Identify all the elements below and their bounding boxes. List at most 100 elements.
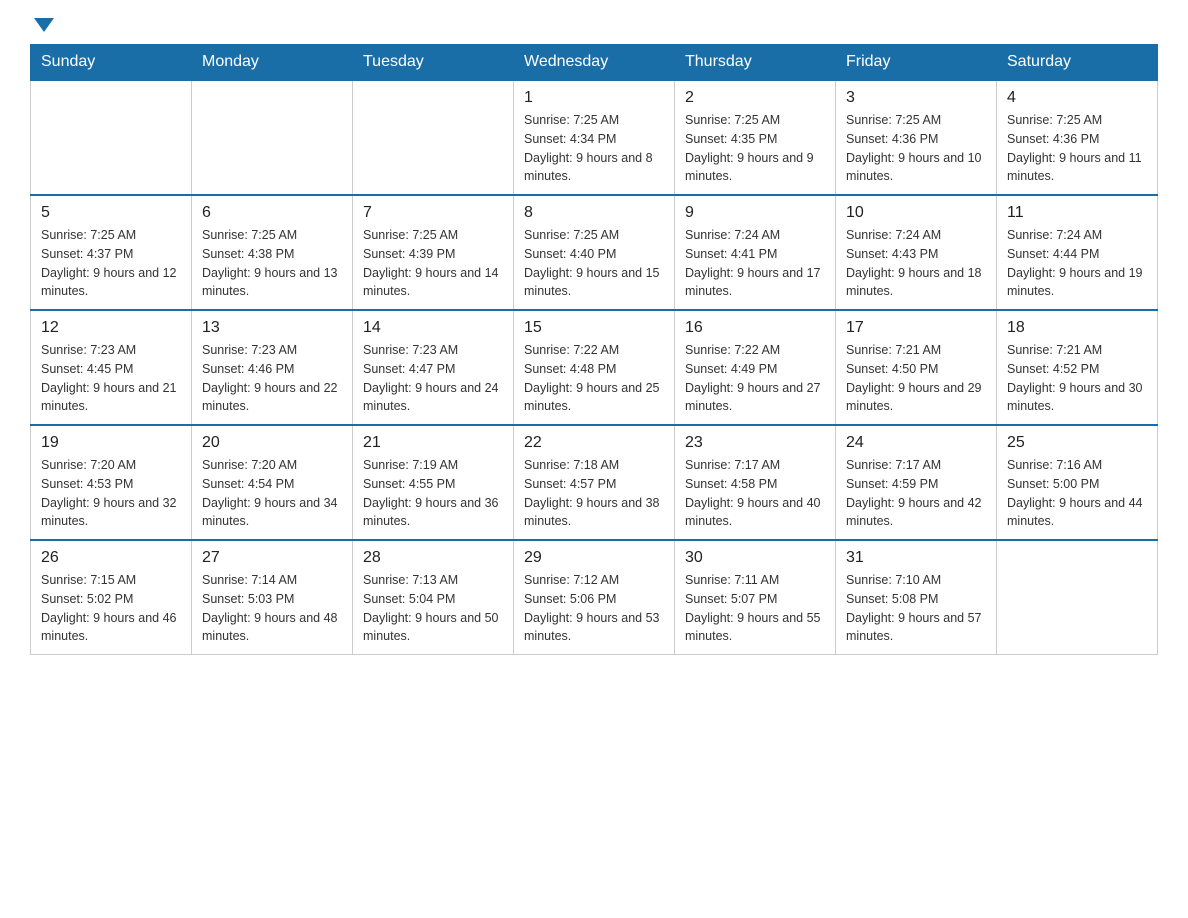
day-info: Sunrise: 7:17 AM Sunset: 4:59 PM Dayligh… (846, 456, 986, 531)
day-info: Sunrise: 7:23 AM Sunset: 4:45 PM Dayligh… (41, 341, 181, 416)
day-header-thursday: Thursday (675, 45, 836, 81)
day-cell-12: 12 Sunrise: 7:23 AM Sunset: 4:45 PM Dayli… (31, 310, 192, 425)
day-cell-25: 25 Sunrise: 7:16 AM Sunset: 5:00 PM Dayli… (997, 425, 1158, 540)
day-cell-6: 6 Sunrise: 7:25 AM Sunset: 4:38 PM Daylig… (192, 195, 353, 310)
day-cell-11: 11 Sunrise: 7:24 AM Sunset: 4:44 PM Dayli… (997, 195, 1158, 310)
day-info: Sunrise: 7:22 AM Sunset: 4:49 PM Dayligh… (685, 341, 825, 416)
day-info: Sunrise: 7:23 AM Sunset: 4:47 PM Dayligh… (363, 341, 503, 416)
day-number: 23 (685, 434, 825, 452)
day-cell-16: 16Sunrise: 7:22 AM Sunset: 4:49 PM Dayli… (675, 310, 836, 425)
day-number: 27 (202, 549, 342, 567)
week-row-3: 12 Sunrise: 7:23 AM Sunset: 4:45 PM Dayli… (31, 310, 1158, 425)
day-cell-23: 23 Sunrise: 7:17 AM Sunset: 4:58 PM Dayli… (675, 425, 836, 540)
week-row-4: 19 Sunrise: 7:20 AM Sunset: 4:53 PM Dayli… (31, 425, 1158, 540)
day-number: 9 (685, 204, 825, 222)
day-info: Sunrise: 7:23 AM Sunset: 4:46 PM Dayligh… (202, 341, 342, 416)
day-number: 7 (363, 204, 503, 222)
day-info: Sunrise: 7:19 AM Sunset: 4:55 PM Dayligh… (363, 456, 503, 531)
day-info: Sunrise: 7:25 AM Sunset: 4:34 PM Dayligh… (524, 111, 664, 186)
day-header-tuesday: Tuesday (353, 45, 514, 81)
day-cell-4: 4Sunrise: 7:25 AM Sunset: 4:36 PM Daylig… (997, 80, 1158, 195)
day-cell-30: 30 Sunrise: 7:11 AM Sunset: 5:07 PM Dayli… (675, 540, 836, 655)
day-number: 17 (846, 319, 986, 337)
page-header (30, 20, 1158, 34)
week-row-5: 26 Sunrise: 7:15 AM Sunset: 5:02 PM Dayli… (31, 540, 1158, 655)
day-info: Sunrise: 7:15 AM Sunset: 5:02 PM Dayligh… (41, 571, 181, 646)
day-cell-15: 15 Sunrise: 7:22 AM Sunset: 4:48 PM Dayli… (514, 310, 675, 425)
day-number: 1 (524, 89, 664, 107)
day-number: 20 (202, 434, 342, 452)
day-number: 3 (846, 89, 986, 107)
logo (30, 20, 54, 34)
day-number: 19 (41, 434, 181, 452)
day-info: Sunrise: 7:21 AM Sunset: 4:52 PM Dayligh… (1007, 341, 1147, 416)
day-info: Sunrise: 7:10 AM Sunset: 5:08 PM Dayligh… (846, 571, 986, 646)
empty-cell (997, 540, 1158, 655)
day-number: 31 (846, 549, 986, 567)
day-number: 11 (1007, 204, 1147, 222)
day-number: 14 (363, 319, 503, 337)
empty-cell (31, 80, 192, 195)
day-number: 5 (41, 204, 181, 222)
day-info: Sunrise: 7:13 AM Sunset: 5:04 PM Dayligh… (363, 571, 503, 646)
day-number: 25 (1007, 434, 1147, 452)
day-cell-3: 3 Sunrise: 7:25 AM Sunset: 4:36 PM Daylig… (836, 80, 997, 195)
day-cell-13: 13 Sunrise: 7:23 AM Sunset: 4:46 PM Dayli… (192, 310, 353, 425)
day-info: Sunrise: 7:16 AM Sunset: 5:00 PM Dayligh… (1007, 456, 1147, 531)
day-cell-24: 24Sunrise: 7:17 AM Sunset: 4:59 PM Dayli… (836, 425, 997, 540)
week-row-2: 5 Sunrise: 7:25 AM Sunset: 4:37 PM Daylig… (31, 195, 1158, 310)
empty-cell (192, 80, 353, 195)
day-number: 10 (846, 204, 986, 222)
day-number: 26 (41, 549, 181, 567)
day-info: Sunrise: 7:12 AM Sunset: 5:06 PM Dayligh… (524, 571, 664, 646)
day-cell-14: 14 Sunrise: 7:23 AM Sunset: 4:47 PM Dayli… (353, 310, 514, 425)
day-cell-21: 21 Sunrise: 7:19 AM Sunset: 4:55 PM Dayli… (353, 425, 514, 540)
day-header-sunday: Sunday (31, 45, 192, 81)
day-cell-10: 10 Sunrise: 7:24 AM Sunset: 4:43 PM Dayli… (836, 195, 997, 310)
day-number: 13 (202, 319, 342, 337)
day-info: Sunrise: 7:25 AM Sunset: 4:39 PM Dayligh… (363, 226, 503, 301)
day-header-wednesday: Wednesday (514, 45, 675, 81)
day-info: Sunrise: 7:24 AM Sunset: 4:44 PM Dayligh… (1007, 226, 1147, 301)
calendar-table: SundayMondayTuesdayWednesdayThursdayFrid… (30, 44, 1158, 655)
day-number: 8 (524, 204, 664, 222)
day-info: Sunrise: 7:18 AM Sunset: 4:57 PM Dayligh… (524, 456, 664, 531)
day-info: Sunrise: 7:20 AM Sunset: 4:54 PM Dayligh… (202, 456, 342, 531)
day-number: 21 (363, 434, 503, 452)
day-header-saturday: Saturday (997, 45, 1158, 81)
day-cell-31: 31 Sunrise: 7:10 AM Sunset: 5:08 PM Dayli… (836, 540, 997, 655)
day-info: Sunrise: 7:22 AM Sunset: 4:48 PM Dayligh… (524, 341, 664, 416)
day-info: Sunrise: 7:25 AM Sunset: 4:37 PM Dayligh… (41, 226, 181, 301)
day-info: Sunrise: 7:21 AM Sunset: 4:50 PM Dayligh… (846, 341, 986, 416)
day-cell-2: 2 Sunrise: 7:25 AM Sunset: 4:35 PM Daylig… (675, 80, 836, 195)
day-info: Sunrise: 7:25 AM Sunset: 4:38 PM Dayligh… (202, 226, 342, 301)
day-cell-7: 7 Sunrise: 7:25 AM Sunset: 4:39 PM Daylig… (353, 195, 514, 310)
day-cell-5: 5 Sunrise: 7:25 AM Sunset: 4:37 PM Daylig… (31, 195, 192, 310)
day-cell-1: 1 Sunrise: 7:25 AM Sunset: 4:34 PM Daylig… (514, 80, 675, 195)
day-number: 2 (685, 89, 825, 107)
empty-cell (353, 80, 514, 195)
day-info: Sunrise: 7:17 AM Sunset: 4:58 PM Dayligh… (685, 456, 825, 531)
day-cell-8: 8 Sunrise: 7:25 AM Sunset: 4:40 PM Daylig… (514, 195, 675, 310)
day-number: 6 (202, 204, 342, 222)
day-info: Sunrise: 7:25 AM Sunset: 4:36 PM Dayligh… (846, 111, 986, 186)
day-number: 29 (524, 549, 664, 567)
day-header-friday: Friday (836, 45, 997, 81)
day-number: 12 (41, 319, 181, 337)
day-info: Sunrise: 7:25 AM Sunset: 4:35 PM Dayligh… (685, 111, 825, 186)
day-number: 4 (1007, 89, 1147, 107)
day-cell-22: 22Sunrise: 7:18 AM Sunset: 4:57 PM Dayli… (514, 425, 675, 540)
logo-triangle-icon (34, 18, 54, 32)
day-info: Sunrise: 7:11 AM Sunset: 5:07 PM Dayligh… (685, 571, 825, 646)
days-header-row: SundayMondayTuesdayWednesdayThursdayFrid… (31, 45, 1158, 81)
day-cell-27: 27 Sunrise: 7:14 AM Sunset: 5:03 PM Dayli… (192, 540, 353, 655)
day-number: 15 (524, 319, 664, 337)
day-cell-19: 19 Sunrise: 7:20 AM Sunset: 4:53 PM Dayli… (31, 425, 192, 540)
day-info: Sunrise: 7:20 AM Sunset: 4:53 PM Dayligh… (41, 456, 181, 531)
day-info: Sunrise: 7:25 AM Sunset: 4:40 PM Dayligh… (524, 226, 664, 301)
day-info: Sunrise: 7:24 AM Sunset: 4:43 PM Dayligh… (846, 226, 986, 301)
day-info: Sunrise: 7:24 AM Sunset: 4:41 PM Dayligh… (685, 226, 825, 301)
day-cell-18: 18Sunrise: 7:21 AM Sunset: 4:52 PM Dayli… (997, 310, 1158, 425)
day-number: 30 (685, 549, 825, 567)
day-info: Sunrise: 7:14 AM Sunset: 5:03 PM Dayligh… (202, 571, 342, 646)
